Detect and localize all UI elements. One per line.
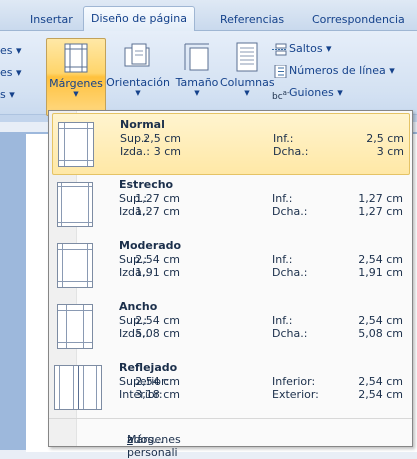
breaks-label: Saltos ▾ (289, 42, 332, 55)
chevron-down-icon: ▼ (73, 90, 79, 98)
custom-margins-text-2: ados... (127, 433, 164, 446)
chevron-down-icon: ▼ (135, 89, 141, 97)
margins-dropdown-menu: Normal Sup.: 2,5 cm Inf.: 2,5 cm Izda.: … (48, 110, 413, 459)
orientation-button[interactable]: Orientación ▼ (105, 38, 171, 114)
value-sup: 2,54 cm (135, 314, 180, 327)
value-izda: 3 cm (153, 145, 181, 158)
margin-preview-mirrored-icon (54, 365, 102, 410)
value-inf: 2,54 cm (358, 314, 403, 327)
label-izda: Izda.: (120, 145, 150, 158)
columns-icon (232, 42, 262, 72)
margins-label: Márgenes (49, 77, 103, 90)
margins-icon (61, 43, 91, 73)
chevron-down-icon: ▼ (244, 89, 250, 97)
hyphenation-label: Guiones ▾ (289, 86, 343, 99)
label-inf: Inf.: (272, 253, 293, 266)
ribbon-tab-bar: Insertar Diseño de página Referencias Co… (0, 0, 417, 31)
label-inf: Inf.: (272, 314, 293, 327)
label-exterior: Exterior: (272, 388, 319, 401)
value-interior: 3,18 cm (135, 388, 180, 401)
chevron-down-icon: ▼ (194, 89, 200, 97)
hyphenation-icon: bca- (272, 88, 290, 102)
value-dcha: 1,27 cm (358, 205, 403, 218)
margin-option-reflejado[interactable]: Reflejado Superior: 2,54 cm Inferior: 2,… (52, 357, 408, 417)
label-inferior: Inferior: (272, 375, 316, 388)
left-stub-2[interactable]: es ▾ (0, 66, 22, 79)
label-dcha: Dcha.: (272, 266, 308, 279)
option-title: Moderado (119, 239, 182, 252)
value-sup: 2,54 cm (135, 253, 180, 266)
value-sup: 1,27 cm (135, 192, 180, 205)
left-stub-1[interactable]: es ▾ (0, 44, 22, 57)
label-dcha: Dcha.: (273, 145, 309, 158)
size-icon (182, 42, 212, 72)
margin-option-normal[interactable]: Normal Sup.: 2,5 cm Inf.: 2,5 cm Izda.: … (52, 113, 410, 175)
value-dcha: 1,91 cm (358, 266, 403, 279)
value-izda: 5,08 cm (135, 327, 180, 340)
margin-preview-narrow-icon (57, 182, 93, 227)
label-inf: Inf.: (272, 192, 293, 205)
option-title: Ancho (119, 300, 158, 313)
option-title: Normal (120, 118, 165, 131)
label-dcha: Dcha.: (272, 327, 308, 340)
tab-diseno-de-pagina[interactable]: Diseño de página (83, 6, 195, 31)
line-numbers-button[interactable]: Números de línea ▾ (272, 62, 395, 80)
margin-preview-moderate-icon (57, 243, 93, 288)
left-stub-3[interactable]: s ▾ (0, 88, 15, 101)
value-superior: 2,54 cm (135, 375, 180, 388)
tab-insertar[interactable]: Insertar (30, 9, 73, 30)
option-title: Reflejado (119, 361, 178, 374)
value-inf: 2,5 cm (366, 132, 404, 145)
value-dcha: 5,08 cm (358, 327, 403, 340)
label-inf: Inf.: (273, 132, 294, 145)
tab-referencias[interactable]: Referencias (220, 9, 284, 30)
custom-margins-menu-item[interactable]: Márgenes personali z ados... (49, 418, 412, 459)
tab-correspondencia[interactable]: Correspondencia (312, 9, 405, 30)
orientation-label: Orientación (106, 76, 170, 89)
value-exterior: 2,54 cm (358, 388, 403, 401)
hyphenation-button[interactable]: bca-Guiones ▾ (272, 84, 343, 102)
margin-option-ancho[interactable]: Ancho Sup.: 2,54 cm Inf.: 2,54 cm Izda.:… (52, 296, 408, 356)
margin-preview-normal-icon (58, 122, 94, 167)
value-sup: 2,5 cm (143, 132, 181, 145)
margins-button[interactable]: Márgenes ▼ (46, 38, 106, 116)
value-inf: 1,27 cm (358, 192, 403, 205)
margin-option-moderado[interactable]: Moderado Sup.: 2,54 cm Inf.: 2,54 cm Izd… (52, 235, 408, 295)
option-title: Estrecho (119, 178, 174, 191)
margin-preview-wide-icon (57, 304, 93, 349)
value-inf: 2,54 cm (358, 253, 403, 266)
size-button[interactable]: Tamaño ▼ (172, 38, 222, 114)
columns-label: Columnas (220, 76, 275, 89)
breaks-icon (272, 43, 287, 56)
value-izda: 1,91 cm (135, 266, 180, 279)
value-inferior: 2,54 cm (358, 375, 403, 388)
value-izda: 1,27 cm (135, 205, 180, 218)
columns-button[interactable]: Columnas ▼ (220, 38, 275, 114)
orientation-icon (123, 42, 153, 72)
line-numbers-icon (272, 64, 287, 78)
label-dcha: Dcha.: (272, 205, 308, 218)
breaks-button[interactable]: Saltos ▾ (272, 40, 332, 58)
margin-option-estrecho[interactable]: Estrecho Sup.: 1,27 cm Inf.: 1,27 cm Izd… (52, 174, 408, 234)
line-numbers-label: Números de línea ▾ (289, 64, 395, 77)
value-dcha: 3 cm (376, 145, 404, 158)
size-label: Tamaño (175, 76, 219, 89)
